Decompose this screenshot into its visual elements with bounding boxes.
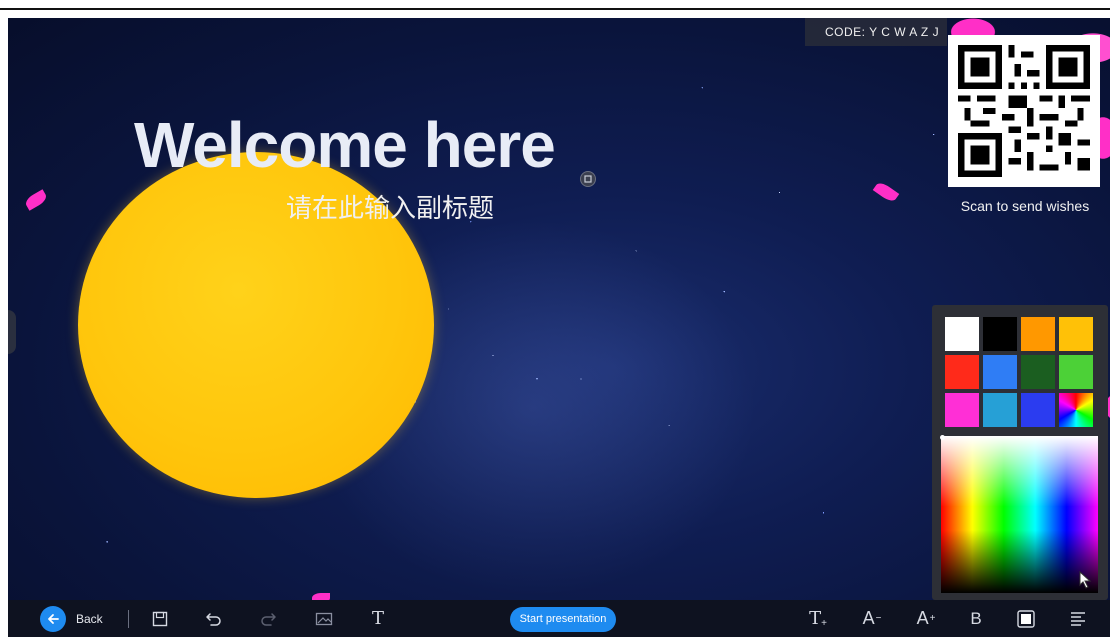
undo-icon[interactable] xyxy=(202,600,226,637)
petal-decoration xyxy=(872,180,900,204)
text-tool-icon[interactable]: T xyxy=(366,600,390,637)
back-arrow-icon xyxy=(40,605,66,632)
side-panel-toggle[interactable] xyxy=(8,310,16,354)
swatch-green[interactable] xyxy=(1059,355,1093,389)
add-text-icon[interactable]: T + xyxy=(804,600,832,637)
swatch-red[interactable] xyxy=(945,355,979,389)
plus-small-icon: + xyxy=(929,613,936,624)
bold-button[interactable]: B xyxy=(964,600,988,637)
color-swatches xyxy=(945,317,1093,427)
toolbar-divider xyxy=(128,610,129,628)
swatch-black[interactable] xyxy=(983,317,1017,351)
font-increase-label: A xyxy=(916,608,929,628)
qr-code xyxy=(948,35,1100,187)
bold-label: B xyxy=(970,608,982,628)
back-button[interactable] xyxy=(38,600,68,637)
top-rule xyxy=(0,8,1110,10)
slide-canvas[interactable]: Welcome here 请在此输入副标题 CODE: Y C W A Z J xyxy=(8,18,1110,600)
swatch-custom-rainbow[interactable] xyxy=(1059,393,1093,427)
font-size-increase-icon[interactable]: A + xyxy=(912,600,940,637)
slide-title[interactable]: Welcome here xyxy=(134,108,556,182)
swatch-dark-green[interactable] xyxy=(1021,355,1055,389)
petal-decoration xyxy=(312,593,330,600)
swatch-magenta[interactable] xyxy=(945,393,979,427)
swatch-indigo[interactable] xyxy=(1021,393,1055,427)
save-icon[interactable] xyxy=(148,600,172,637)
plus-icon: + xyxy=(821,618,827,629)
swatch-cyan[interactable] xyxy=(983,393,1017,427)
swatch-orange[interactable] xyxy=(1021,317,1055,351)
swatch-amber[interactable] xyxy=(1059,317,1093,351)
text-tool-label: T xyxy=(371,608,384,629)
redo-icon[interactable] xyxy=(256,600,280,637)
textbox-handle-icon[interactable] xyxy=(580,171,596,187)
swatch-white[interactable] xyxy=(945,317,979,351)
back-label[interactable]: Back xyxy=(76,600,103,637)
spectrum-picker-dot[interactable] xyxy=(940,435,945,440)
color-spectrum[interactable] xyxy=(940,435,1098,593)
font-decrease-label: A xyxy=(862,608,875,628)
qr-caption: Scan to send wishes xyxy=(960,198,1090,214)
minus-icon: − xyxy=(875,613,882,624)
image-icon[interactable] xyxy=(312,600,336,637)
add-text-label: T xyxy=(809,608,822,629)
color-picker-panel xyxy=(932,305,1108,600)
mouse-cursor-icon xyxy=(1079,571,1092,589)
start-presentation-button[interactable]: Start presentation xyxy=(510,607,616,632)
swatch-blue[interactable] xyxy=(983,355,1017,389)
align-icon[interactable] xyxy=(1066,600,1090,637)
text-color-icon[interactable] xyxy=(1014,600,1038,637)
slide-subtitle[interactable]: 请在此输入副标题 xyxy=(286,188,494,225)
bottom-toolbar: Back T Start presentation T + A − A + B xyxy=(8,600,1110,637)
petal-decoration xyxy=(23,189,49,211)
room-code: CODE: Y C W A Z J xyxy=(805,18,947,46)
font-size-decrease-icon[interactable]: A − xyxy=(858,600,886,637)
